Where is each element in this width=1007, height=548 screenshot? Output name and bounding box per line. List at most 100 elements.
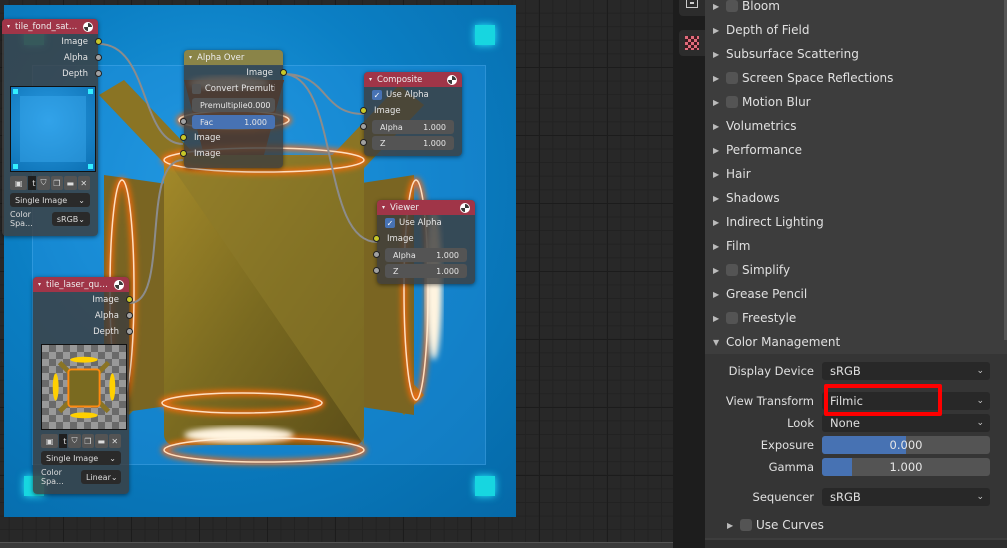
preview-toggle-icon[interactable]	[114, 279, 124, 290]
preview-toggle-icon[interactable]	[447, 74, 457, 85]
image-node-top[interactable]: ▾ tile_fond_saturee... Image Alpha Depth	[2, 19, 102, 236]
alpha-input-socket[interactable]	[360, 123, 367, 130]
panel-section-freestyle[interactable]: ▶ Freestyle	[705, 306, 1007, 330]
expand-arrow-icon[interactable]: ▶	[713, 74, 726, 83]
expand-arrow-icon[interactable]: ▶	[713, 26, 726, 35]
panel-section-simplify[interactable]: ▶ Simplify	[705, 258, 1007, 282]
expand-arrow-icon[interactable]: ▶	[713, 290, 726, 299]
panel-section-screen-space-reflections[interactable]: ▶ Screen Space Reflections	[705, 66, 1007, 90]
z-input-socket[interactable]	[373, 267, 380, 274]
image-browse-icon[interactable]: ▣	[41, 434, 59, 448]
fake-user-shield-icon[interactable]: ⛉	[68, 434, 81, 448]
alpha-over-node[interactable]: ▾ Alpha Over Image Convert Premulti... P…	[180, 50, 287, 168]
expand-arrow-icon[interactable]: ▶	[713, 146, 726, 155]
duplicate-icon[interactable]: ❐	[81, 434, 95, 448]
use-alpha-checkbox[interactable]: ✓ Use Alpha	[377, 215, 475, 231]
collapse-triangle-icon[interactable]: ▾	[38, 281, 41, 288]
alpha-input-socket[interactable]	[373, 251, 380, 258]
use-curves-checkbox[interactable]	[740, 519, 752, 531]
color-space-dropdown[interactable]: Linear ⌄	[81, 470, 121, 484]
collapse-triangle-icon[interactable]: ▾	[382, 204, 385, 211]
tab-render-output[interactable]	[679, 0, 705, 16]
image-source-dropdown[interactable]: Single Image ⌄	[41, 451, 121, 465]
image-browse-icon[interactable]: ▣	[10, 176, 28, 190]
image-input-socket[interactable]	[180, 150, 187, 157]
node-header[interactable]: ▾ Alpha Over	[184, 50, 283, 65]
expand-arrow-icon[interactable]: ▶	[713, 170, 726, 179]
panel-section-indirect-lighting[interactable]: ▶ Indirect Lighting	[705, 210, 1007, 234]
section-enable-checkbox[interactable]	[726, 264, 738, 276]
z-field[interactable]: Z 1.000	[373, 264, 467, 278]
image-source-dropdown[interactable]: Single Image ⌄	[10, 193, 90, 207]
image-output-socket[interactable]	[280, 69, 287, 76]
use-alpha-checkbox[interactable]: ✓ Use Alpha	[364, 87, 462, 103]
checkbox[interactable]	[192, 84, 201, 94]
close-icon[interactable]: ✕	[77, 176, 90, 190]
expand-arrow-icon[interactable]: ▶	[713, 242, 726, 251]
image-output-socket[interactable]	[126, 296, 133, 303]
image-name-field[interactable]: til...	[28, 176, 37, 190]
expand-arrow-icon[interactable]: ▶	[713, 266, 726, 275]
panel-section-hair[interactable]: ▶ Hair	[705, 162, 1007, 186]
node-header[interactable]: ▾ tile_fond_saturee...	[2, 19, 98, 34]
image-output-socket[interactable]	[95, 38, 102, 45]
section-enable-checkbox[interactable]	[726, 0, 738, 12]
tab-texture[interactable]	[679, 30, 705, 56]
collapse-arrow-icon[interactable]: ▼	[713, 338, 726, 347]
depth-output-socket[interactable]	[95, 70, 102, 77]
fac-input-socket[interactable]	[180, 118, 187, 125]
section-enable-checkbox[interactable]	[726, 72, 738, 84]
collapse-triangle-icon[interactable]: ▾	[189, 54, 192, 61]
node-header[interactable]: ▾ Viewer	[377, 200, 475, 215]
section-enable-checkbox[interactable]	[726, 96, 738, 108]
expand-arrow-icon[interactable]: ▶	[713, 122, 726, 131]
alpha-output-socket[interactable]	[95, 54, 102, 61]
node-header[interactable]: ▾ Composite	[364, 72, 462, 87]
preview-toggle-icon[interactable]	[83, 21, 93, 32]
image-node-bottom[interactable]: ▾ tile_laser_quad_5... Image Alpha Depth	[33, 277, 133, 494]
panel-section-motion-blur[interactable]: ▶ Motion Blur	[705, 90, 1007, 114]
expand-arrow-icon[interactable]: ▶	[713, 194, 726, 203]
panel-section-film[interactable]: ▶ Film	[705, 234, 1007, 258]
expand-arrow-icon[interactable]: ▶	[713, 50, 726, 59]
preview-toggle-icon[interactable]	[460, 202, 470, 213]
image-input-socket[interactable]	[373, 235, 380, 242]
panel-section-depth-of-field[interactable]: ▶ Depth of Field	[705, 18, 1007, 42]
section-enable-checkbox[interactable]	[726, 312, 738, 324]
image-input-socket[interactable]	[360, 107, 367, 114]
display-device-dropdown[interactable]: sRGB ⌄	[822, 362, 990, 380]
node-header[interactable]: ▾ tile_laser_quad_5...	[33, 277, 129, 292]
panel-section-volumetrics[interactable]: ▶ Volumetrics	[705, 114, 1007, 138]
expand-arrow-icon[interactable]: ▶	[713, 98, 726, 107]
panel-section-bloom[interactable]: ▶ Bloom	[705, 0, 1007, 18]
image-input-socket[interactable]	[180, 134, 187, 141]
fake-user-shield-icon[interactable]: ⛉	[37, 176, 50, 190]
composite-node[interactable]: ▾ Composite ✓ Use Alpha Image Alpha 1.00…	[360, 72, 462, 156]
alpha-field[interactable]: Alpha 1.000	[373, 248, 467, 262]
alpha-output-socket[interactable]	[126, 312, 133, 319]
compositor-node-editor[interactable]: ▾ tile_fond_saturee... Image Alpha Depth	[0, 0, 673, 548]
z-field[interactable]: Z 1.000	[360, 136, 454, 150]
open-folder-icon[interactable]: ▬	[64, 176, 77, 190]
viewer-node[interactable]: ▾ Viewer ✓ Use Alpha Image Alpha 1.000 Z…	[373, 200, 475, 284]
close-icon[interactable]: ✕	[108, 434, 121, 448]
fac-field[interactable]: Fac 1.000	[180, 115, 275, 129]
panel-section-shadows[interactable]: ▶ Shadows	[705, 186, 1007, 210]
expand-arrow-icon[interactable]: ▶	[727, 521, 740, 530]
duplicate-icon[interactable]: ❐	[50, 176, 64, 190]
open-folder-icon[interactable]: ▬	[95, 434, 108, 448]
premultiply-field[interactable]: Premultiplie 0.000	[192, 98, 275, 112]
expand-arrow-icon[interactable]: ▶	[713, 218, 726, 227]
color-space-dropdown[interactable]: sRGB ⌄	[51, 212, 90, 226]
collapse-triangle-icon[interactable]: ▾	[369, 76, 372, 83]
check-icon[interactable]: ✓	[385, 218, 395, 228]
convert-premultiplied-checkbox[interactable]: Convert Premulti...	[184, 81, 283, 97]
look-dropdown[interactable]: None ⌄	[822, 414, 990, 432]
panel-section-grease-pencil[interactable]: ▶ Grease Pencil	[705, 282, 1007, 306]
view-transform-dropdown[interactable]: Filmic ⌄	[822, 392, 990, 410]
image-name-field[interactable]: til...	[59, 434, 68, 448]
panel-section-performance[interactable]: ▶ Performance	[705, 138, 1007, 162]
expand-arrow-icon[interactable]: ▶	[713, 2, 726, 11]
depth-output-socket[interactable]	[126, 328, 133, 335]
exposure-slider[interactable]: 0.000	[822, 436, 990, 454]
